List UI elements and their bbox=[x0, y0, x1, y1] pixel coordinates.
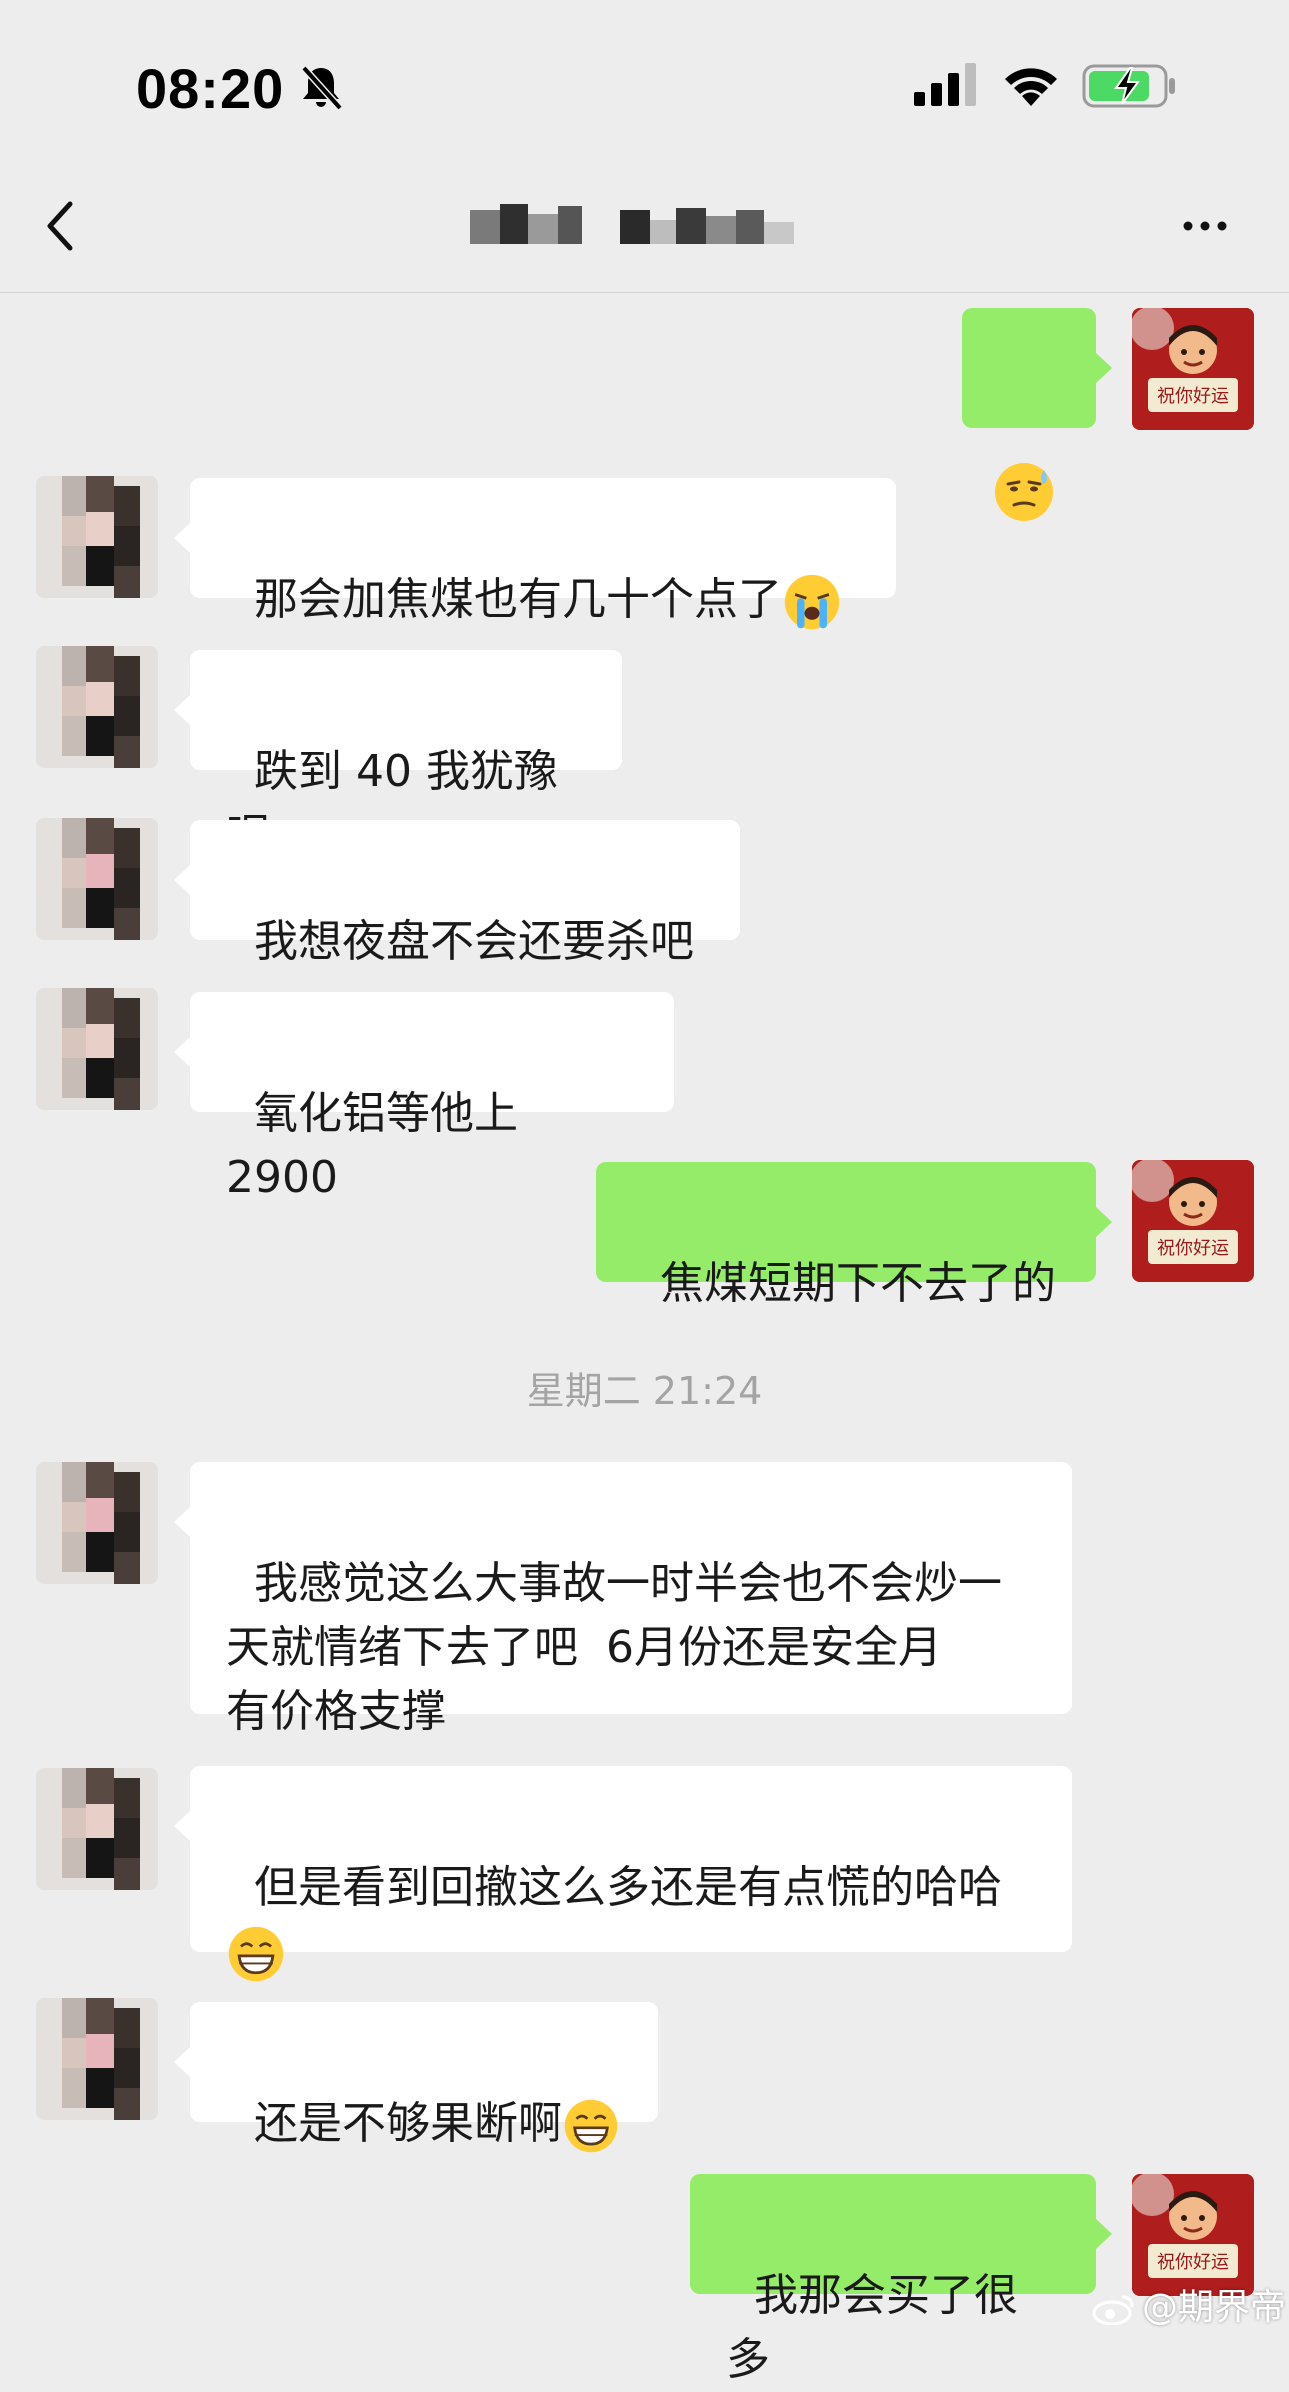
cellular-signal-icon bbox=[914, 63, 976, 106]
message-text: 氧化铝等他上 2900 bbox=[226, 1088, 532, 1203]
grimace-sweat-emoji bbox=[995, 463, 1053, 521]
avatar-pixelated-icon bbox=[36, 646, 158, 768]
battery-charging-icon bbox=[1082, 64, 1175, 108]
message-text: 还是不够果断啊 bbox=[253, 2098, 562, 2149]
message-text: 我那会买了很多 bbox=[726, 2270, 1018, 2385]
message-outgoing[interactable]: 焦煤短期下不去了的 bbox=[596, 1162, 1112, 1309]
timestamp-divider: 星期二 21:24 bbox=[526, 1369, 763, 1413]
weibo-logo-icon bbox=[1092, 2295, 1134, 2325]
message-incoming[interactable]: 我感觉这么大事故一时半会也不会炒一 天就情绪下去了吧 6月份还是安全月 有价格支… bbox=[174, 1462, 1072, 1737]
chevron-left-icon[interactable] bbox=[40, 196, 80, 256]
avatar-contact[interactable] bbox=[36, 1462, 158, 1584]
message-incoming[interactable]: 跌到 40 我犹豫呢 bbox=[174, 650, 622, 861]
avatar-pixelated-icon bbox=[36, 1462, 158, 1584]
avatar-contact[interactable] bbox=[36, 988, 158, 1110]
avatar-contact[interactable] bbox=[36, 1768, 158, 1890]
avatar-contact[interactable] bbox=[36, 646, 158, 768]
message-incoming[interactable]: 那会加焦煤也有几十个点了 bbox=[174, 478, 896, 630]
more-options-icon[interactable] bbox=[1180, 208, 1230, 244]
bell-muted-icon bbox=[301, 65, 343, 111]
message-text: 我想夜盘不会还要杀吧 bbox=[253, 916, 694, 967]
wifi-icon bbox=[1005, 68, 1057, 106]
avatar-self[interactable]: 祝你好运 bbox=[1132, 308, 1254, 430]
watermark-text: @期界帝 bbox=[1142, 2287, 1287, 2328]
avatar-contact[interactable] bbox=[36, 476, 158, 598]
message-outgoing[interactable] bbox=[962, 308, 1112, 521]
message-text: 那会加焦煤也有几十个点了 bbox=[253, 574, 782, 625]
message-incoming[interactable]: 氧化铝等他上 2900 bbox=[174, 992, 674, 1203]
message-incoming[interactable]: 我想夜盘不会还要杀吧 bbox=[174, 820, 740, 967]
avatar-caption: 祝你好运 bbox=[1157, 2252, 1229, 2273]
avatar-pixelated-icon bbox=[36, 1768, 158, 1890]
avatar-cartoon-icon: 祝你好运 bbox=[1132, 308, 1254, 430]
avatar-caption: 祝你好运 bbox=[1157, 386, 1229, 407]
avatar-pixelated-icon bbox=[36, 818, 158, 940]
avatar-contact[interactable] bbox=[36, 1998, 158, 2120]
watermark: @期界帝 bbox=[1092, 2278, 1286, 2330]
message-incoming[interactable]: 还是不够果断啊 bbox=[174, 2002, 658, 2153]
status-bar: 08:20 bbox=[0, 0, 1289, 170]
avatar-pixelated-icon bbox=[36, 1998, 158, 2120]
message-text: 焦煤短期下不去了的 bbox=[659, 1258, 1056, 1309]
grinning-emoji bbox=[564, 2099, 618, 2153]
chat-title-redacted bbox=[470, 204, 794, 244]
message-text: 我感觉这么大事故一时半会也不会炒一 天就情绪下去了吧 6月份还是安全月 有价格支… bbox=[226, 1558, 1002, 1737]
grinning-emoji bbox=[228, 1926, 284, 1982]
message-incoming[interactable]: 但是看到回撤这么多还是有点慌的哈哈 bbox=[174, 1766, 1072, 1982]
loudly-crying-emoji bbox=[784, 574, 840, 630]
status-time: 08:20 bbox=[136, 57, 285, 120]
message-text: 但是看到回撤这么多还是有点慌的哈哈 bbox=[253, 1862, 1002, 1913]
avatar-caption: 祝你好运 bbox=[1157, 1238, 1229, 1259]
avatar-pixelated-icon bbox=[36, 476, 158, 598]
avatar-contact[interactable] bbox=[36, 818, 158, 940]
message-outgoing[interactable]: 我那会买了很多 bbox=[690, 2174, 1112, 2385]
avatar-cartoon-icon: 祝你好运 bbox=[1132, 1160, 1254, 1282]
avatar-self[interactable]: 祝你好运 bbox=[1132, 1160, 1254, 1282]
avatar-pixelated-icon bbox=[36, 988, 158, 1110]
